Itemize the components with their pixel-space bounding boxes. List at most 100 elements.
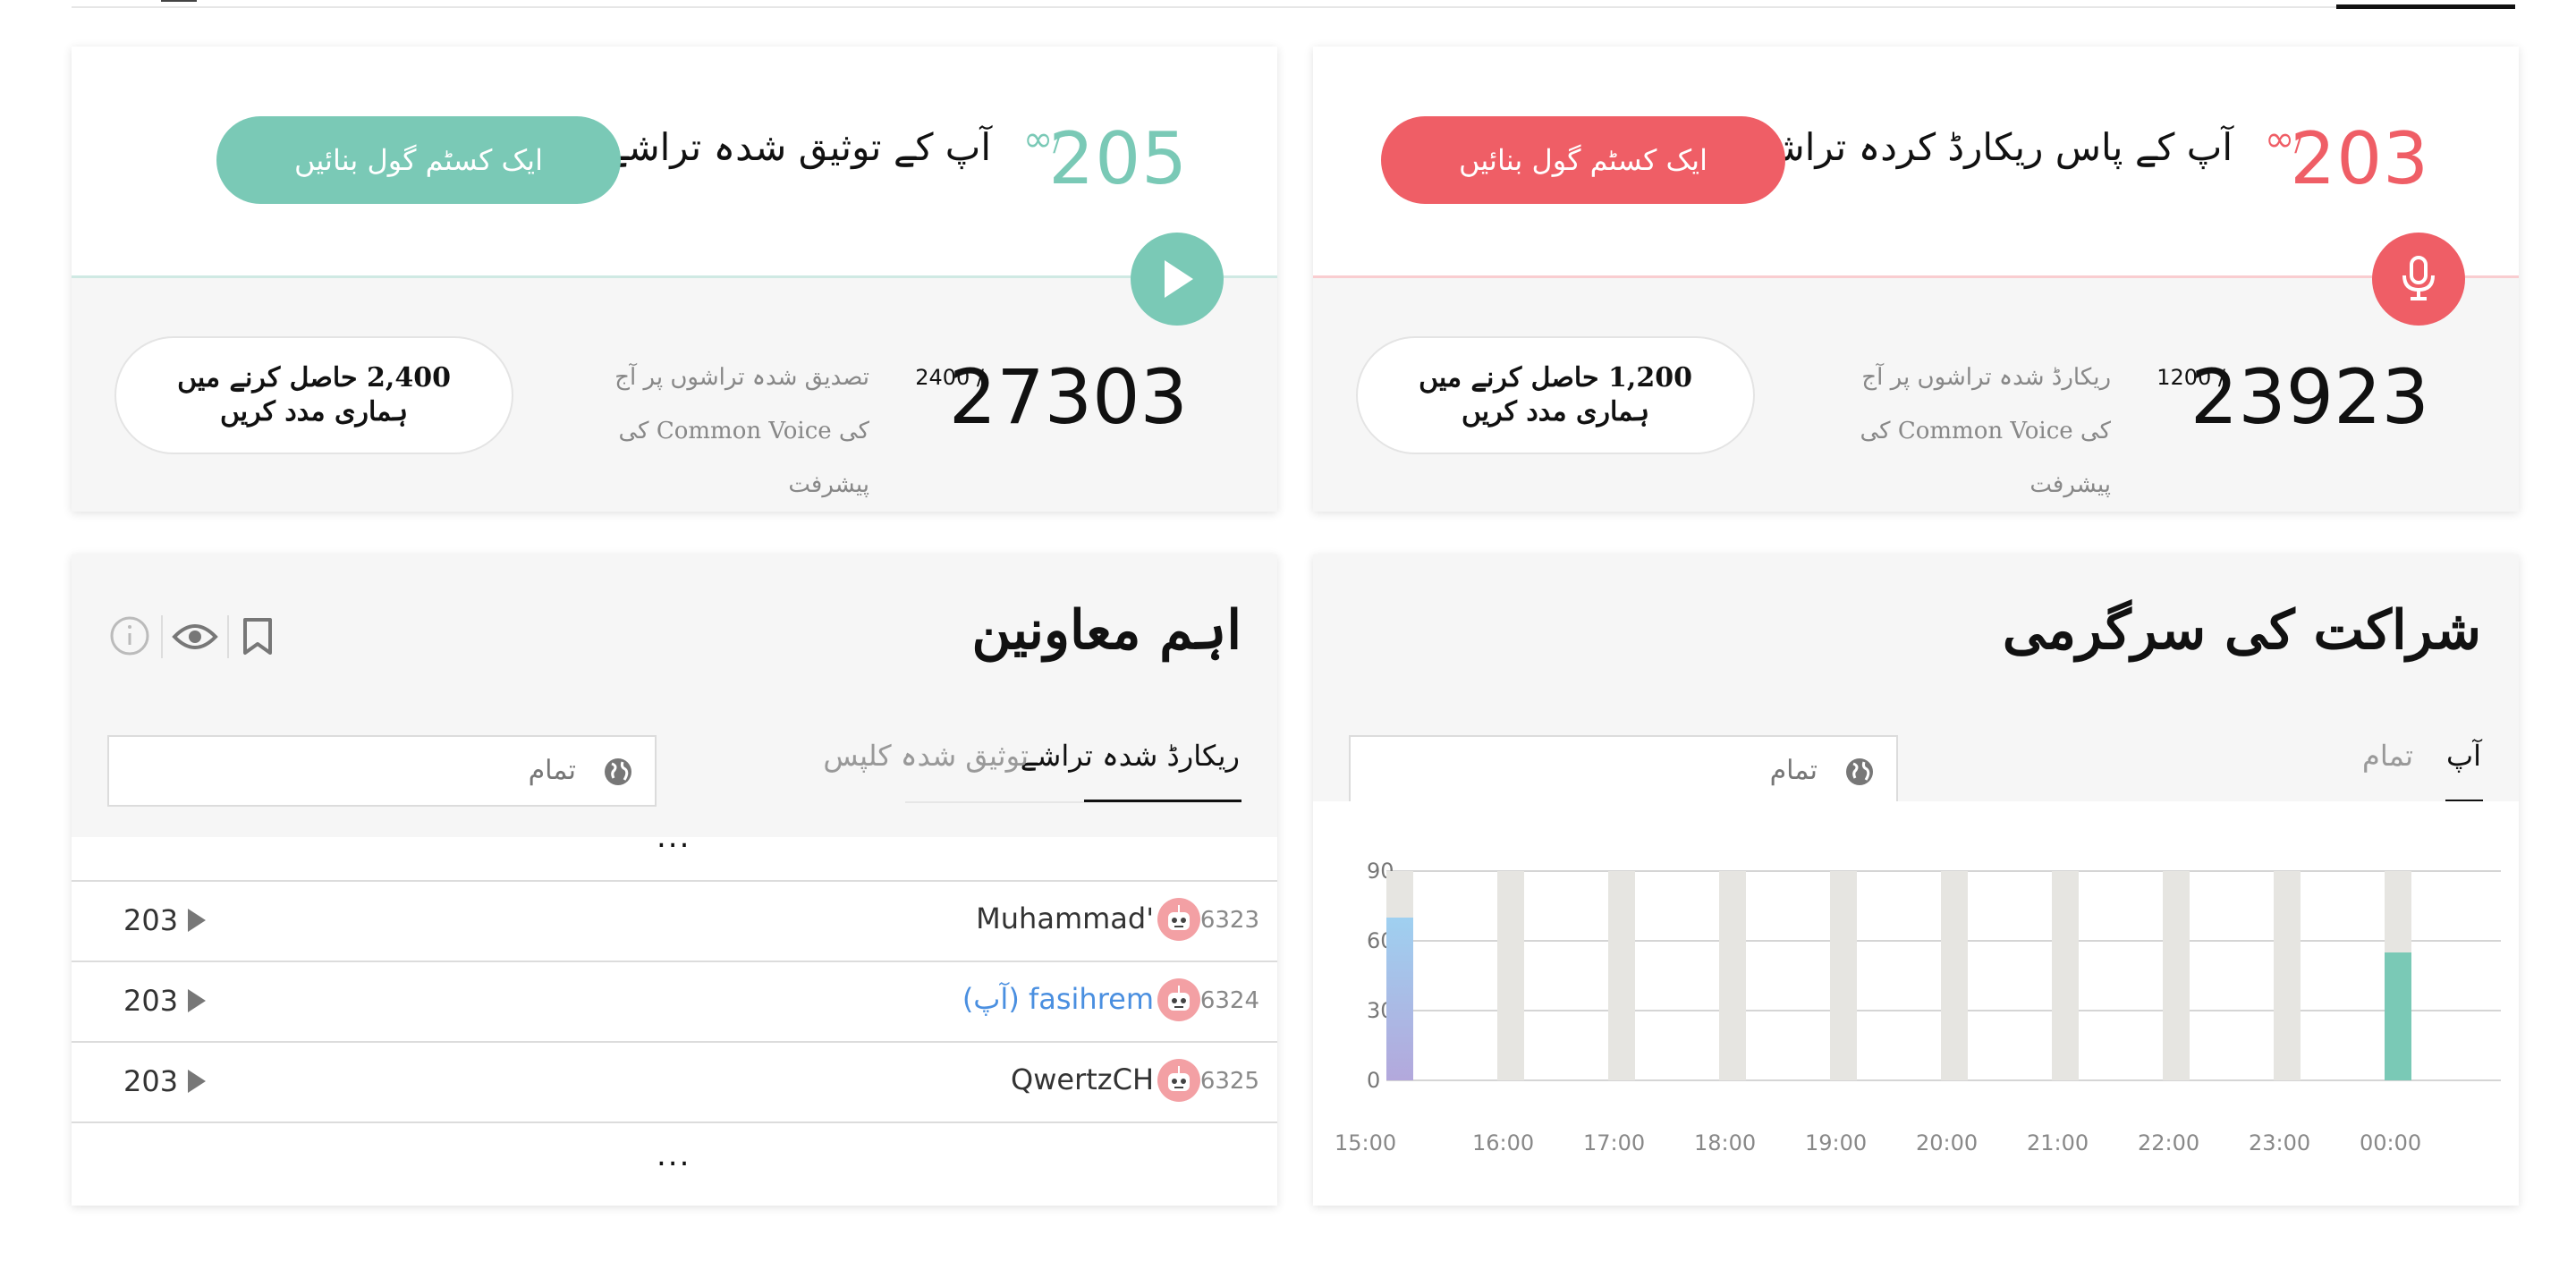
recorded-clips-card: 203 ∞/ آپ کے پاس ریکارڈ کردہ تراشے ایک ک…: [1313, 47, 2519, 512]
help-line-2: ہماری مدد کریں: [219, 396, 409, 427]
total-recorded: 23923: [2190, 353, 2429, 441]
x-tick-label: 17:00: [1583, 1130, 1645, 1155]
slash: /: [2294, 131, 2302, 157]
slash: /: [1053, 131, 1061, 157]
visibility-toggle-button[interactable]: [172, 619, 218, 658]
top-tab-active-indicator: [2336, 4, 2515, 9]
daily-goal: 2400 /: [915, 365, 984, 390]
icon-separator: [227, 615, 229, 658]
ellipsis-top[interactable]: ...: [657, 819, 691, 855]
activity-bar-chart: 030609015:00 16:00 17:00 18:00 19:00 20:00 21:…: [1335, 859, 2501, 1155]
avatar: [1157, 898, 1200, 941]
contributor-name: Muhammad': [976, 901, 1154, 935]
goal-infinity: ∞/: [1023, 122, 1061, 157]
infinity-symbol: ∞: [1022, 119, 1054, 160]
x-tick-label: 21:00: [2027, 1130, 2089, 1155]
help-line-1: 2,400 حاصل کرنے میں: [177, 362, 451, 394]
record-button[interactable]: [2372, 233, 2465, 326]
daily-goal-value: 1200: [2157, 365, 2212, 390]
active-tab-indicator: [1084, 800, 1241, 802]
x-tick-label: 18:00: [1694, 1130, 1756, 1155]
globe-icon: [605, 758, 631, 785]
play-clips-button[interactable]: [188, 909, 206, 932]
play-clips-button[interactable]: [188, 1070, 206, 1093]
infinity-symbol: ∞: [2264, 119, 2295, 160]
rank: 6324: [1199, 987, 1259, 1014]
language-select-value: تمام: [528, 755, 576, 786]
bar-background: [1608, 871, 1635, 1080]
clip-count: 203: [123, 1064, 179, 1098]
rank: 6325: [1199, 1068, 1259, 1095]
contributor-name: fasihrem (آپ): [962, 982, 1154, 1016]
leaderboard-row-you: 203 6324 fasihrem (آپ): [72, 962, 1277, 1043]
help-reach-goal-button[interactable]: 2,400 حاصل کرنے میں ہماری مدد کریں: [114, 336, 513, 454]
x-tick-label: 19:00: [1805, 1130, 1867, 1155]
validated-clips-card: 205 ∞/ آپ کے توثیق شدہ تراشے ایک کسٹم گو…: [72, 47, 1277, 512]
info-button[interactable]: [109, 615, 150, 660]
x-tick-label: 22:00: [2138, 1130, 2199, 1155]
x-tick-label: 15:00: [1335, 1130, 1396, 1155]
recorded-title: آپ کے پاس ریکارڈ کردہ تراشے: [1750, 125, 2233, 169]
bar-background: [2274, 871, 2301, 1080]
contribution-activity-card: شراکت کی سرگرمی آپ تمام تمام 0 30 60 90 15:0…: [1313, 554, 2519, 1206]
x-tick-label: 20:00: [1916, 1130, 1978, 1155]
language-select[interactable]: تمام: [1349, 735, 1898, 807]
robot-avatar-icon: [1168, 1066, 1190, 1091]
total-validated: 27303: [948, 353, 1188, 441]
clip-count: 203: [123, 984, 179, 1018]
language-select[interactable]: تمام: [107, 735, 657, 807]
bookmark-button[interactable]: [242, 617, 274, 660]
goal-infinity: ∞/: [2265, 122, 2302, 157]
bar-value: [2385, 952, 2411, 1080]
x-tick-label: 00:00: [2360, 1130, 2421, 1155]
bookmark-icon: [243, 618, 272, 655]
microphone-icon: [2402, 256, 2435, 300]
eye-icon: [172, 624, 218, 649]
bar-background: [1497, 871, 1524, 1080]
create-custom-goal-button[interactable]: ایک کسٹم گول بنائیں: [216, 116, 621, 204]
tab-all[interactable]: تمام: [2362, 739, 2413, 773]
play-button[interactable]: [1131, 233, 1224, 326]
leaderboard-row: 203 6325 QwertzCH: [72, 1043, 1277, 1123]
activity-chart: 0 30 60 90 15:00 16:00 17:00 18:00 19:00 20:00 21:…: [1313, 801, 2519, 1206]
clip-count: 203: [123, 903, 179, 937]
language-select-value: تمام: [1769, 755, 1818, 786]
rank: 6323: [1199, 907, 1259, 934]
bar-background: [1719, 871, 1746, 1080]
progress-description: ریکارڈ شدہ تراشوں پر آج کی Common Voice …: [1860, 364, 2111, 498]
leaderboard-row: 203 6323 Muhammad': [72, 882, 1277, 962]
help-line-1: 1,200 حاصل کرنے میں: [1419, 362, 1692, 394]
tab-recorded-clips[interactable]: ریکارڈ شدہ تراشے: [1021, 739, 1240, 773]
daily-goal: 1200 /: [2157, 365, 2225, 390]
contributor-name: QwertzCH: [1011, 1062, 1154, 1096]
info-icon: [110, 616, 149, 656]
bar-background: [2052, 871, 2079, 1080]
validated-count: 205: [1048, 117, 1188, 200]
x-tick-label: 23:00: [2249, 1130, 2310, 1155]
icon-separator: [161, 615, 163, 658]
bar-background: [1830, 871, 1857, 1080]
bar-background: [2163, 871, 2190, 1080]
divider: [1313, 275, 2519, 278]
tab-validated-clips[interactable]: توثیق شدہ کلپس: [823, 739, 1029, 773]
create-custom-goal-button[interactable]: ایک کسٹم گول بنائیں: [1381, 116, 1785, 204]
top-tab-track: [72, 6, 2513, 8]
help-line-2: ہماری مدد کریں: [1461, 396, 1650, 427]
tab-you[interactable]: آپ: [2446, 739, 2481, 773]
recorded-count: 203: [2290, 117, 2429, 200]
ellipsis-bottom[interactable]: ...: [657, 1138, 691, 1173]
progress-description: تصدیق شدہ تراشوں پر آج کی Common Voice ک…: [614, 364, 869, 498]
top-contributors-card: اہم معاونین ریکارڈ شدہ تراشے توثیق شدہ ک…: [72, 554, 1277, 1206]
validated-title: آپ کے توثیق شدہ تراشے: [606, 125, 991, 169]
play-clips-button[interactable]: [188, 989, 206, 1012]
avatar: [1157, 978, 1200, 1021]
robot-avatar-icon: [1168, 986, 1190, 1011]
avatar: [1157, 1059, 1200, 1102]
y-tick-label: 0: [1367, 1068, 1380, 1093]
divider: [72, 275, 1277, 278]
contributors-title: اہم معاونین: [971, 599, 1241, 662]
activity-title: شراکت کی سرگرمی: [2002, 599, 2481, 662]
globe-icon: [1846, 758, 1873, 785]
help-reach-goal-button[interactable]: 1,200 حاصل کرنے میں ہماری مدد کریں: [1356, 336, 1755, 454]
bar-background: [1941, 871, 1968, 1080]
